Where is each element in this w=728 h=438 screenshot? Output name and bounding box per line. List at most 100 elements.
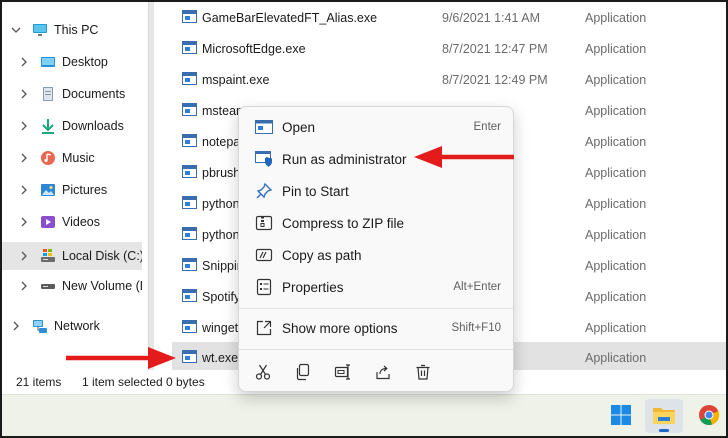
menu-separator <box>239 349 513 350</box>
file-date: 9/6/2021 1:41 AM <box>442 10 540 25</box>
menu-label: Properties <box>282 279 344 295</box>
more-options-icon <box>255 319 273 337</box>
file-type: Application <box>585 134 647 149</box>
file-type: Application <box>585 72 647 87</box>
menu-item-open[interactable]: Open Enter <box>245 112 509 142</box>
file-date: 8/7/2021 12:47 PM <box>442 41 548 56</box>
menu-item-copy-as-path[interactable]: Copy as path <box>245 240 509 270</box>
file-name: mspaint.exe <box>202 72 270 87</box>
navigation-pane: This PC Desktop Documents Downloads Musi… <box>2 2 148 370</box>
delete-button[interactable] <box>410 361 436 385</box>
file-type: Application <box>585 196 647 211</box>
file-type: Application <box>585 227 647 242</box>
chevron-right-icon[interactable] <box>18 280 30 292</box>
file-row[interactable]: mspaint.exe 8/7/2021 12:49 PM Applicatio… <box>174 64 724 95</box>
application-icon <box>182 41 197 54</box>
nav-label: Pictures <box>62 183 108 197</box>
pictures-icon <box>40 182 56 198</box>
nav-label: Videos <box>62 215 100 229</box>
nav-item-videos[interactable]: Videos <box>2 208 142 236</box>
share-button[interactable] <box>370 361 396 385</box>
chevron-right-icon[interactable] <box>18 88 30 100</box>
file-name: winget <box>202 320 239 335</box>
nav-item-downloads[interactable]: Downloads <box>2 112 142 140</box>
chrome-taskbar-button[interactable] <box>690 399 726 433</box>
nav-label: Network <box>54 319 100 333</box>
menu-label: Pin to Start <box>282 183 349 199</box>
chevron-right-icon[interactable] <box>10 320 22 332</box>
rename-button[interactable] <box>330 361 356 385</box>
chevron-right-icon[interactable] <box>18 216 30 228</box>
file-name: python <box>202 227 240 242</box>
menu-label: Compress to ZIP file <box>282 215 405 231</box>
nav-item-network[interactable]: Network <box>2 312 142 340</box>
windows-start-icon <box>611 404 631 428</box>
nav-label: Local Disk (C:) <box>62 249 142 263</box>
menu-item-show-more-options[interactable]: Show more options Shift+F10 <box>245 313 509 343</box>
menu-item-pin-to-start[interactable]: Pin to Start <box>245 176 509 206</box>
file-name: pbrush <box>202 165 241 180</box>
nav-item-local-disk[interactable]: Local Disk (C:) <box>2 242 142 270</box>
application-icon <box>182 227 197 240</box>
properties-icon <box>255 278 273 296</box>
nav-label: Music <box>62 151 95 165</box>
nav-item-new-volume[interactable]: New Volume (D <box>2 272 142 300</box>
cut-icon <box>254 363 272 384</box>
file-type: Application <box>585 165 647 180</box>
taskbar <box>2 394 726 436</box>
file-type: Application <box>585 350 647 365</box>
chevron-right-icon[interactable] <box>18 184 30 196</box>
nav-item-pictures[interactable]: Pictures <box>2 176 142 204</box>
menu-label: Run as administrator <box>282 151 407 167</box>
status-size: 0 bytes <box>166 375 205 389</box>
nav-label: Desktop <box>62 55 108 69</box>
file-type: Application <box>585 289 647 304</box>
share-icon <box>374 363 392 384</box>
menu-item-properties[interactable]: Properties Alt+Enter <box>245 272 509 302</box>
nav-label: Documents <box>62 87 126 101</box>
nav-item-documents[interactable]: Documents <box>2 80 142 108</box>
menu-shortcut: Alt+Enter <box>453 281 501 293</box>
application-icon <box>182 103 197 116</box>
file-name: notepa <box>202 134 241 149</box>
nav-item-this-pc[interactable]: This PC <box>2 16 142 44</box>
file-name: python <box>202 196 240 211</box>
nav-item-desktop[interactable]: Desktop <box>2 48 142 76</box>
file-explorer-taskbar-button[interactable] <box>645 399 683 433</box>
chevron-right-icon[interactable] <box>18 152 30 164</box>
chevron-right-icon[interactable] <box>18 250 30 262</box>
context-action-bar <box>239 355 513 391</box>
menu-separator <box>239 308 513 309</box>
documents-icon <box>40 86 56 102</box>
file-type: Application <box>585 103 647 118</box>
application-icon <box>182 258 197 271</box>
file-row[interactable]: MicrosoftEdge.exe 8/7/2021 12:47 PM Appl… <box>174 33 724 64</box>
menu-item-compress-zip[interactable]: Compress to ZIP file <box>245 208 509 238</box>
app-window-icon <box>255 118 273 136</box>
monitor-icon <box>32 22 48 38</box>
file-name: Spotify <box>202 289 241 304</box>
active-indicator <box>659 429 669 432</box>
annotation-arrow-wt-exe <box>66 347 176 369</box>
application-icon <box>182 350 197 363</box>
zip-icon <box>255 214 273 232</box>
application-icon <box>182 134 197 147</box>
copy-button[interactable] <box>290 361 316 385</box>
copy-icon <box>294 363 312 384</box>
cut-button[interactable] <box>250 361 276 385</box>
menu-label: Show more options <box>282 320 398 336</box>
download-icon <box>40 118 56 134</box>
delete-icon <box>414 363 432 384</box>
windows-start-button[interactable] <box>602 399 640 433</box>
screenshot-frame: This PC Desktop Documents Downloads Musi… <box>0 0 728 438</box>
chevron-right-icon[interactable] <box>18 56 30 68</box>
chevron-right-icon[interactable] <box>18 120 30 132</box>
chevron-down-icon[interactable] <box>10 24 22 36</box>
nav-item-music[interactable]: Music <box>2 144 142 172</box>
drive-icon <box>40 248 56 264</box>
application-icon <box>182 165 197 178</box>
application-icon <box>182 289 197 302</box>
file-type: Application <box>585 320 647 335</box>
file-name: wt.exe <box>202 350 239 365</box>
file-row[interactable]: GameBarElevatedFT_Alias.exe 9/6/2021 1:4… <box>174 2 724 33</box>
